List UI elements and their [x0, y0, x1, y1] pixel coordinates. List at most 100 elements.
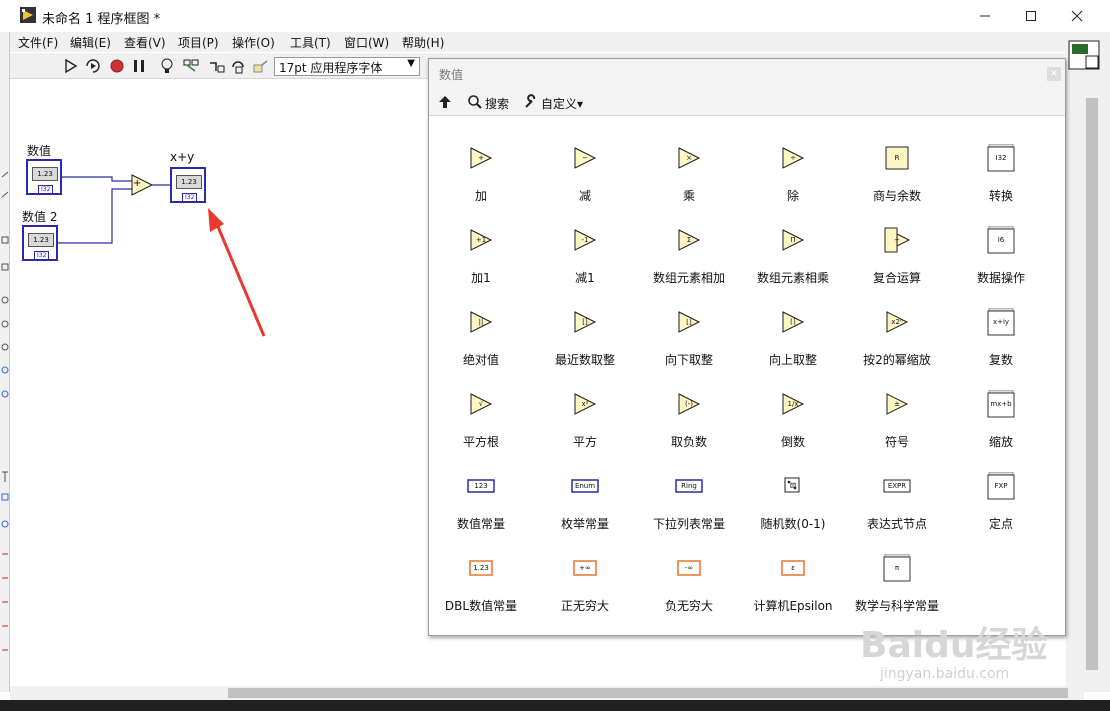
palette-item-glyph: √	[478, 400, 484, 408]
palette-item[interactable]: Ring 下拉列表常量	[637, 448, 741, 531]
palette-toolbar: 搜索 自定义▾	[429, 91, 1065, 115]
palette-item[interactable]: -1 减1	[533, 202, 637, 285]
palette-item-label: 计算机Epsilon	[753, 599, 833, 613]
palette-item-glyph: ±	[894, 400, 900, 408]
palette-item[interactable]: − 减	[533, 120, 637, 203]
palette-item[interactable]: ⌊⌋ 向下取整	[637, 284, 741, 367]
palette-item[interactable]: Σ 数组元素相加	[637, 202, 741, 285]
palette-item[interactable]: FXP 定点	[949, 448, 1053, 531]
palette-customize-button[interactable]: 自定义▾	[541, 95, 583, 112]
maximize-button[interactable]	[1008, 0, 1054, 32]
palette-item[interactable]: +∞ 正无穷大	[533, 530, 637, 613]
watermark-url: jingyan.baidu.com	[880, 666, 1010, 682]
palette-item-label: 正无穷大	[560, 599, 609, 613]
palette-item[interactable]: x2ⁿ 按2的幂缩放	[845, 284, 949, 367]
palette-item-glyph: +	[894, 236, 900, 244]
palette-item[interactable]: ⌈⌉ 向上取整	[741, 284, 845, 367]
palette-item-glyph: x+iy	[992, 318, 1010, 326]
palette-item-glyph: 1/x	[787, 400, 799, 408]
menu-window[interactable]: 窗口(W)	[344, 34, 389, 51]
vertical-scrollbar-thumb[interactable]	[1086, 98, 1098, 670]
wire-control1-to-add[interactable]	[62, 176, 132, 182]
palette-item[interactable]: + 加	[429, 120, 533, 203]
bottom-bar	[0, 700, 1110, 711]
palette-item-glyph: 1.23	[473, 564, 489, 572]
palette-item[interactable]: || 绝对值	[429, 284, 533, 367]
palette-item[interactable]: x+iy 复数	[949, 284, 1053, 367]
palette-item[interactable]: (-) 取负数	[637, 366, 741, 449]
palette-item-glyph: Ring	[681, 482, 697, 490]
palette-item[interactable]: I32 转换	[949, 120, 1053, 203]
palette-item[interactable]: √ 平方根	[429, 366, 533, 449]
palette-item-glyph: ÷	[790, 154, 796, 162]
close-icon	[1071, 10, 1083, 22]
palette-item-label: 负无穷大	[664, 599, 713, 613]
annotation-arrow	[214, 221, 266, 337]
palette-item[interactable]: [] 最近数取整	[533, 284, 637, 367]
palette-item[interactable]: ± 符号	[845, 366, 949, 449]
vi-connector-icon[interactable]	[1068, 40, 1100, 70]
palette-item-glyph: x²	[581, 400, 589, 408]
palette-item-glyph: (-)	[685, 400, 693, 408]
palette-item-glyph: FXP	[994, 482, 1008, 490]
maximize-icon	[1026, 11, 1036, 21]
palette-item-glyph: R	[894, 154, 900, 162]
search-icon[interactable]	[467, 94, 483, 110]
minimize-button[interactable]	[962, 0, 1008, 32]
palette-item-glyph: +∞	[579, 564, 591, 572]
palette-item[interactable]: ⚄ 随机数(0-1)	[741, 448, 845, 531]
palette-item-glyph: []	[582, 318, 588, 326]
horizontal-scrollbar-thumb[interactable]	[228, 688, 1068, 698]
palette-item-glyph: I32	[995, 154, 1007, 162]
palette-item-glyph: Σ	[686, 236, 692, 244]
palette-item-glyph: +	[478, 154, 484, 162]
palette-item-glyph: ⌈⌉	[790, 318, 796, 326]
palette-item[interactable]: -∞ 负无穷大	[637, 530, 741, 613]
palette-item[interactable]: Π 数组元素相乘	[741, 202, 845, 285]
palette-item-glyph: EXPR	[887, 482, 907, 490]
palette-item-label: 定点	[988, 517, 1013, 531]
palette-item[interactable]: x² 平方	[533, 366, 637, 449]
palette-item[interactable]: EXPR 表达式节点	[845, 448, 949, 531]
palette-item[interactable]: π 数学与科学常量	[845, 530, 949, 613]
palette-close-button[interactable]: ×	[1047, 67, 1061, 81]
numeric-palette: 数值 × 搜索 自定义▾ + 加 − 减 × 乘 ÷ 除 R 商与余数 I32 转换 +1 加1 -1 减1 Σ…	[428, 58, 1066, 636]
palette-item[interactable]: + 复合运算	[845, 202, 949, 285]
palette-item-glyph: ||	[478, 318, 484, 326]
palette-item-glyph: −	[582, 154, 588, 162]
palette-item[interactable]: R 商与余数	[845, 120, 949, 203]
palette-item-glyph: I6	[997, 236, 1005, 244]
palette-item[interactable]: 1.23 DBL数值常量	[429, 530, 533, 613]
palette-grid: + 加 − 减 × 乘 ÷ 除 R 商与余数 I32 转换 +1 加1 -1 减1 Σ 数组元素相加 Π 数组元素相乘…	[429, 115, 1065, 635]
palette-item-glyph: -1	[581, 236, 589, 244]
menu-help[interactable]: 帮助(H)	[402, 34, 444, 51]
palette-title: 数值	[439, 68, 464, 82]
watermark-text: Baidu经验	[860, 625, 1048, 666]
palette-item-label: 数学与科学常量	[854, 599, 939, 613]
palette-item-label: DBL数值常量	[444, 599, 518, 613]
palette-item-glyph: π	[894, 564, 900, 572]
wrench-icon[interactable]	[523, 94, 539, 110]
palette-item[interactable]: mx+b 缩放	[949, 366, 1053, 449]
palette-item-glyph: ε	[791, 564, 795, 572]
wire-control2-to-add[interactable]	[58, 188, 132, 244]
palette-item-glyph: +1	[475, 236, 487, 244]
palette-item[interactable]: ε 计算机Epsilon	[741, 530, 845, 613]
palette-item[interactable]: Enum 枚举常量	[533, 448, 637, 531]
palette-item[interactable]: × 乘	[637, 120, 741, 203]
palette-item[interactable]: 123 数值常量	[429, 448, 533, 531]
palette-item-glyph: ⌊⌋	[686, 318, 692, 326]
close-button[interactable]	[1054, 0, 1100, 32]
palette-item[interactable]: 1/x 倒数	[741, 366, 845, 449]
palette-item-glyph: ⚄	[789, 482, 797, 490]
chevron-down-icon: ▼	[407, 58, 415, 69]
up-arrow-icon[interactable]	[437, 94, 453, 110]
palette-item[interactable]: I6 数据操作	[949, 202, 1053, 285]
annotation-arrow-head	[208, 208, 224, 232]
palette-item[interactable]: ÷ 除	[741, 120, 845, 203]
palette-item-glyph: ×	[686, 154, 692, 162]
palette-item-glyph: mx+b	[990, 400, 1012, 408]
palette-item-glyph: 123	[474, 482, 488, 490]
palette-search-button[interactable]: 搜索	[485, 95, 509, 112]
palette-item[interactable]: +1 加1	[429, 202, 533, 285]
